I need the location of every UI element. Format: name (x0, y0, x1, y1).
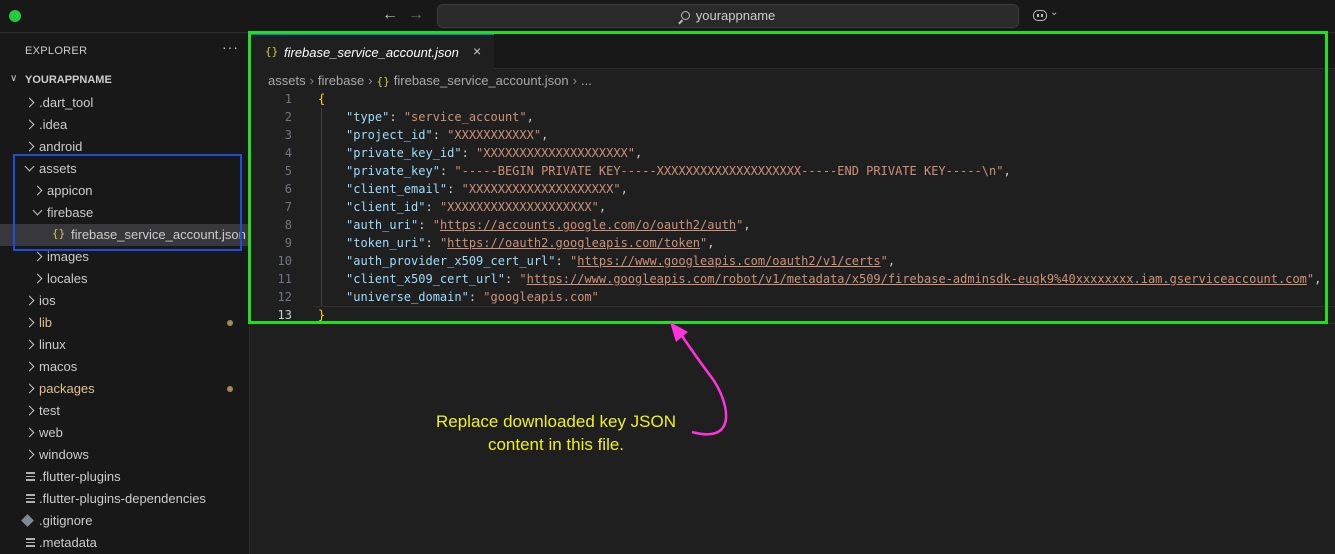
annotation-note: Replace downloaded key JSON content in t… (435, 412, 677, 454)
annotation-arrow-icon (670, 322, 728, 436)
